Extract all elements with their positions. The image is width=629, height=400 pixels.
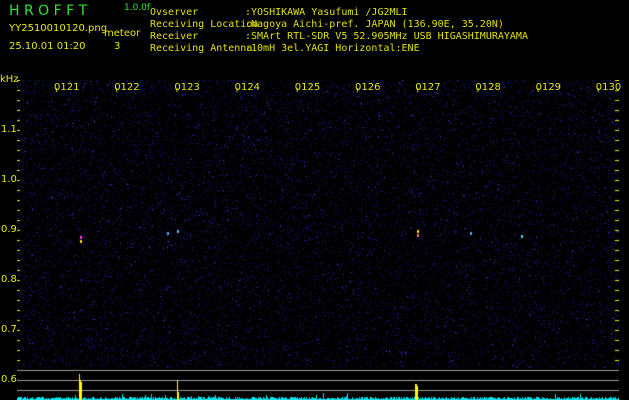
info-value-observer: :YOSHIKAWA Yasufumi /JG2MLI: [245, 7, 408, 18]
freq-label: 0.9: [1, 224, 17, 235]
meteor-label: meteor: [104, 28, 141, 39]
info-value-location: :Nagoya Aichi-pref. JAPAN (136.90E, 35.2…: [245, 19, 504, 30]
filename: YY2510010120.png: [9, 23, 108, 34]
freq-label: 1.0: [1, 174, 17, 185]
time-label: 0130: [595, 82, 622, 93]
meteor-count: 3: [114, 41, 121, 52]
info-label-receiver: Receiver: [150, 31, 199, 42]
time-label: 0126: [355, 82, 381, 93]
app-title: H R O F F T: [9, 3, 88, 19]
info-label-antenna: Receiving Antenna: [150, 43, 253, 54]
info-label-observer: Ovserver: [150, 7, 199, 18]
info-value-receiver: :SMArt RTL-SDR V5 52.905MHz USB HIGASHIM…: [245, 31, 528, 42]
time-label: 0124: [234, 82, 261, 93]
version: 1.0.0f: [124, 3, 151, 13]
info-value-antenna: :10mH 3el.YAGI Horizontal:ENE: [245, 43, 420, 54]
info-label-location: Receiving Location: [150, 19, 259, 30]
freq-label: 1.1: [1, 124, 17, 135]
hrofft-window: H R O F F T 1.0.0f YY2510010120.png mete…: [0, 0, 629, 400]
freq-unit: kHz: [0, 74, 19, 85]
spectrogram: [17, 80, 619, 400]
time-label: 0128: [475, 82, 501, 93]
time-label: 0127: [415, 82, 441, 93]
time-label: 0123: [174, 82, 200, 93]
time-label: 0122: [114, 82, 140, 93]
time-label: 0129: [535, 82, 562, 93]
freq-label: 0.8: [1, 274, 17, 285]
time-label: 0121: [54, 82, 80, 93]
freq-label: 0.7: [1, 324, 17, 335]
freq-label: 0.6: [1, 374, 17, 385]
time-label: 0125: [294, 82, 321, 93]
datetime: 25.10.01 01:20: [9, 41, 86, 52]
